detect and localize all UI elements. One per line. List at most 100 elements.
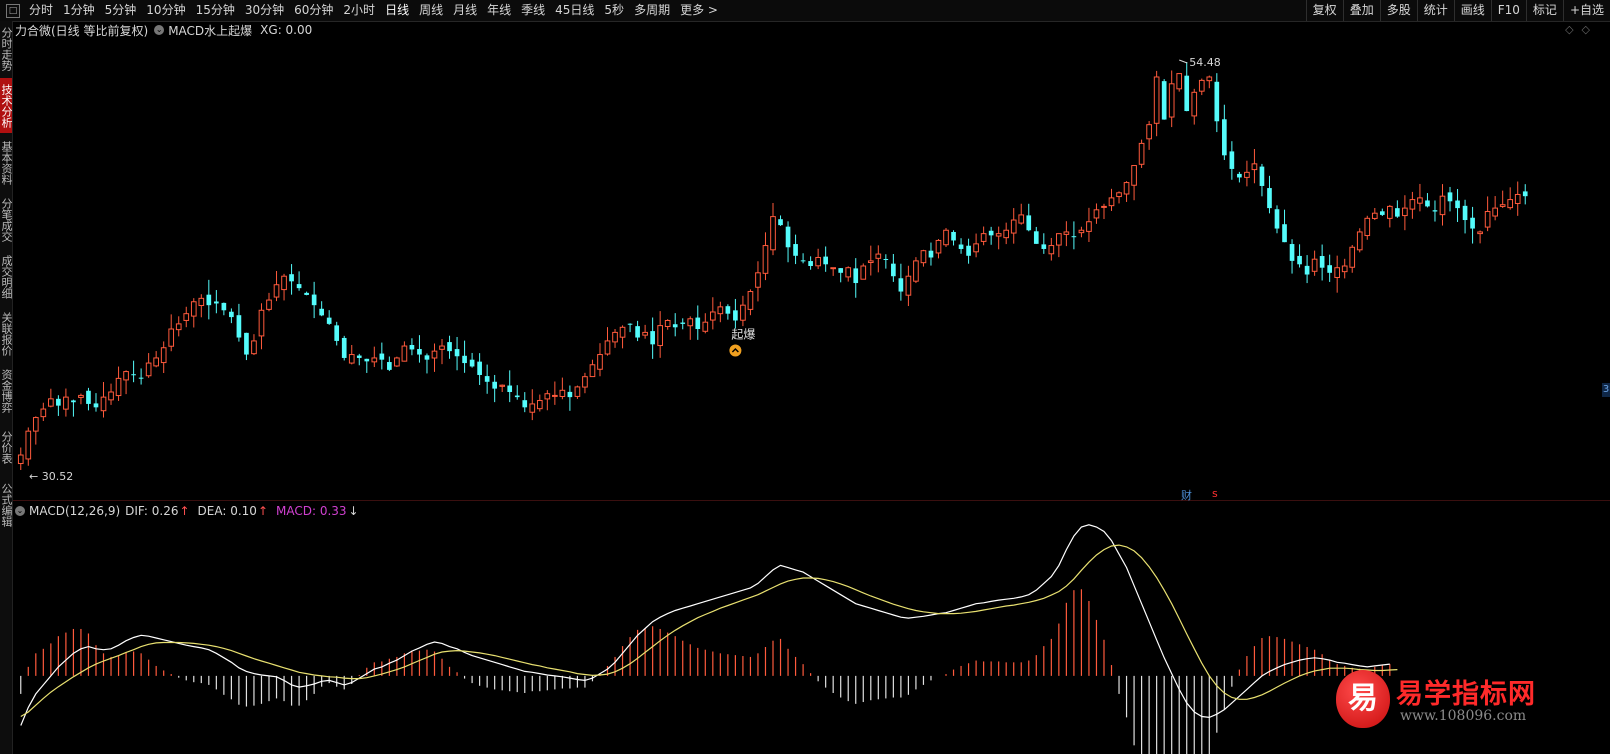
candle-body: [273, 284, 280, 298]
candle-body: [40, 408, 47, 418]
candle-body: [514, 395, 520, 398]
candle-body: [552, 394, 558, 397]
candle-body: [650, 331, 655, 345]
candle-body: [17, 454, 24, 465]
tool-button-0[interactable]: 复权: [1305, 0, 1343, 21]
tool-button-2[interactable]: 多股: [1379, 0, 1417, 21]
candle-body: [1026, 215, 1032, 231]
candle-body: [341, 337, 347, 358]
period-tab-9[interactable]: 周线: [414, 0, 448, 21]
candle-body: [1048, 245, 1055, 255]
tool-button-4[interactable]: 画线: [1453, 0, 1491, 21]
candle-body: [536, 400, 543, 410]
panel-toggle-icon[interactable]: □: [6, 3, 20, 18]
candle-body: [905, 275, 912, 296]
macd-settings-icon[interactable]: ⌄: [15, 506, 25, 516]
period-tab-3[interactable]: 10分钟: [141, 0, 190, 21]
side-tab-0[interactable]: 分时走势: [0, 21, 12, 76]
period-tab-4[interactable]: 15分钟: [191, 0, 240, 21]
macd-params[interactable]: MACD(12,26,9): [29, 504, 120, 518]
candle-body: [93, 403, 99, 408]
price-chart[interactable]: 54.48 ← 30.52 起爆: [13, 40, 1610, 754]
candle-body: [1447, 192, 1453, 202]
candle-body: [1071, 236, 1077, 238]
side-tab-3[interactable]: 分笔成交: [0, 192, 12, 247]
side-tab-1[interactable]: 技术分析: [0, 78, 12, 133]
tool-button-6[interactable]: 标记: [1525, 0, 1563, 21]
candle-body: [1417, 197, 1423, 204]
candle-body: [1304, 265, 1310, 275]
side-tab-6[interactable]: 资金博弈: [0, 363, 12, 418]
tool-button-3[interactable]: 统计: [1416, 0, 1454, 21]
pane-divider[interactable]: [13, 500, 1610, 501]
candle-body: [1282, 224, 1287, 243]
tool-button-1[interactable]: 叠加: [1342, 0, 1380, 21]
tool-button-5[interactable]: F10: [1490, 0, 1526, 21]
period-tab-0[interactable]: 分时: [24, 0, 58, 21]
period-tab-15[interactable]: 多周期: [629, 0, 675, 21]
candle-body: [56, 398, 61, 406]
candle-body: [1274, 209, 1280, 229]
candle-body: [635, 326, 640, 338]
indicator-settings-icon[interactable]: ⌄: [154, 25, 165, 35]
side-tab-7[interactable]: 分价表: [0, 420, 12, 475]
finance-badge[interactable]: 财: [1181, 487, 1192, 503]
period-tab-11[interactable]: 年线: [482, 0, 516, 21]
period-tab-2[interactable]: 5分钟: [100, 0, 142, 21]
side-tabs: 分时走势技术分析基本资料分笔成交成交明细关联报价资金博弈分价表公式编辑: [0, 21, 13, 754]
candle-body: [1003, 229, 1010, 239]
candle-body: [492, 381, 498, 389]
period-tab-12[interactable]: 季线: [516, 0, 550, 21]
candle-body: [702, 321, 709, 332]
right-edge-marker[interactable]: 3: [1602, 383, 1610, 397]
period-tab-1[interactable]: 1分钟: [58, 0, 100, 21]
tool-button-7[interactable]: +自选: [1562, 0, 1610, 21]
candle-body: [1101, 205, 1107, 208]
period-tab-14[interactable]: 5秒: [599, 0, 629, 21]
chart-corner-icons[interactable]: ◇◇: [1565, 23, 1598, 36]
period-tab-7[interactable]: 2小时: [338, 0, 380, 21]
candle-body: [348, 354, 355, 364]
period-tab-8[interactable]: 日线: [380, 0, 414, 21]
candle-body: [793, 244, 798, 256]
period-tab-16[interactable]: 更多 >: [675, 0, 723, 21]
candle-body: [891, 263, 896, 277]
candle-body: [687, 318, 694, 327]
candle-body: [567, 391, 573, 398]
candle-body: [190, 301, 197, 317]
candle-body: [319, 308, 324, 316]
candle-body: [183, 313, 190, 321]
side-tab-2[interactable]: 基本资料: [0, 135, 12, 190]
candle-body: [115, 377, 122, 397]
candle-body: [838, 268, 844, 273]
period-tab-5[interactable]: 30分钟: [240, 0, 289, 21]
watermark: 易 易学指标网 www.108096.com: [1336, 668, 1596, 730]
candle-body: [48, 398, 54, 407]
candle-body: [823, 256, 828, 265]
s-badge[interactable]: s: [1212, 487, 1218, 500]
candle-body: [883, 258, 889, 260]
candle-body: [951, 231, 956, 241]
side-tab-4[interactable]: 成交明细: [0, 249, 12, 304]
candle-body: [980, 233, 987, 242]
period-tabs: 分时 1分钟 5分钟 10分钟 15分钟 30分钟 60分钟 2小时 日线 周线 月线 年线 季线 45日…: [24, 0, 723, 21]
candle-body: [356, 355, 362, 358]
candle-body: [717, 306, 724, 315]
candle-body: [958, 244, 964, 249]
period-tab-13[interactable]: 45日线: [550, 0, 599, 21]
period-tab-6[interactable]: 60分钟: [289, 0, 338, 21]
indicator-name[interactable]: MACD水上起爆: [168, 22, 252, 39]
candle-body: [1425, 200, 1430, 207]
candle-body: [1334, 267, 1341, 278]
candle-body: [1297, 255, 1302, 265]
period-tab-10[interactable]: 月线: [448, 0, 482, 21]
candle-body: [695, 317, 701, 330]
candle-body: [153, 357, 159, 367]
candle-body: [1432, 210, 1438, 212]
side-tab-5[interactable]: 关联报价: [0, 306, 12, 361]
candle-body: [1138, 142, 1145, 165]
candle-body: [206, 294, 212, 306]
side-tab-8[interactable]: 公式编辑: [0, 477, 12, 532]
macd-value: MACD: 0.33: [276, 504, 347, 518]
candle-body: [371, 357, 378, 363]
